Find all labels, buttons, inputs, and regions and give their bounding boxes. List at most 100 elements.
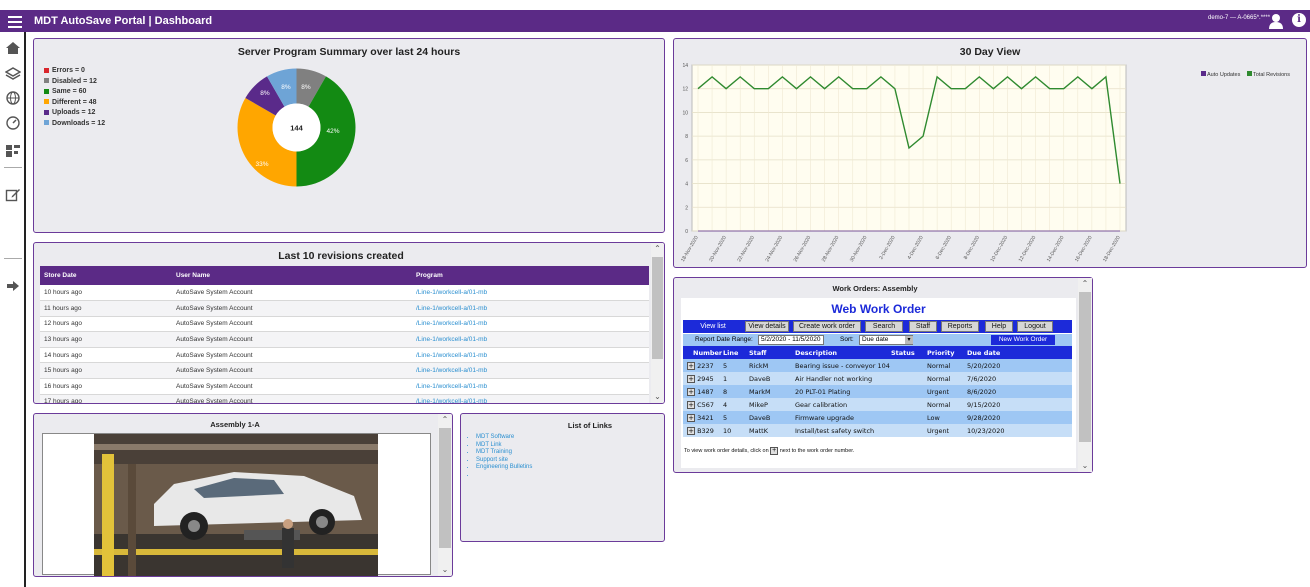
work-order-toolbar: View list View details Create work order… [683,320,1072,333]
legend-item-downloads: Downloads = 12 [44,119,105,130]
logout-icon[interactable] [5,278,21,294]
gauge-icon[interactable] [5,115,21,131]
cell-user: AutoSave System Account [172,394,412,403]
x-tick-label: 12-Dec-2020 [1018,235,1038,263]
table-row: 13 hours ago AutoSave System Account/Line… [40,331,649,348]
scroll-down-icon[interactable]: ⌄ [438,564,452,576]
program-link[interactable]: /Line-1/workcell-a/01-mb [412,316,649,333]
revisions-scrollbar[interactable]: ⌃ ⌄ [651,243,664,403]
expand-icon[interactable]: + [687,361,695,370]
user-icon[interactable] [1268,13,1284,29]
search-button[interactable]: Search [865,321,903,332]
col-store-date[interactable]: Store Date [40,266,172,285]
work-orders-scrollbar[interactable]: ⌃ ⌄ [1078,278,1092,472]
date-range-label: Report Date Range: [695,336,753,343]
cell-user: AutoSave System Account [172,378,412,395]
app-title: MDT AutoSave Portal | Dashboard [34,15,213,27]
assembly-scrollbar[interactable]: ⌃ ⌄ [438,414,452,576]
staff-button[interactable]: Staff [909,321,937,332]
date-range-input[interactable]: 5/2/2020 - 11/5/2020 [758,335,824,345]
hierarchy-icon[interactable] [5,142,21,158]
program-link[interactable]: /Line-1/workcell-a/01-mb [412,362,649,380]
globe-icon[interactable] [5,90,21,106]
view-details-button[interactable]: View details [745,321,789,332]
summary-title: Server Program Summary over last 24 hour… [237,46,461,58]
program-link[interactable]: /Line-1/workcell-a/01-mb [412,300,649,317]
x-tick-label: 18-Dec-2020 [1102,235,1122,263]
home-icon[interactable] [5,40,21,56]
view-list-button[interactable]: View list [689,322,737,333]
scroll-up-icon[interactable]: ⌃ [438,414,452,426]
x-tick-label: 30-Nov-2020 [849,235,869,263]
scroll-thumb[interactable] [652,257,663,359]
x-tick-label: 24-Nov-2020 [764,235,784,263]
info-icon[interactable]: i [1292,13,1306,27]
scroll-down-icon[interactable]: ⌄ [1078,460,1092,472]
x-tick-label: 14-Dec-2020 [1046,235,1066,263]
col-user-name[interactable]: User Name [172,266,412,285]
cell-date: 12 hours ago [40,316,172,333]
program-link[interactable]: /Line-1/workcell-a/01-mb [412,378,649,395]
chevron-down-icon[interactable]: ▾ [905,336,913,344]
cell-date: 16 hours ago [40,378,172,395]
y-tick-label: 8 [685,134,688,140]
new-work-order-button[interactable]: New Work Order [991,335,1055,345]
cell-user: AutoSave System Account [172,331,412,348]
x-tick-label: 8-Dec-2020 [963,235,981,261]
link-mdt-link[interactable]: MDT Link [476,442,532,450]
create-work-order-button[interactable]: Create work order [793,321,861,332]
cell-user: AutoSave System Account [172,285,412,302]
assembly-title: Assembly 1-A [210,420,260,429]
program-link[interactable]: /Line-1/workcell-a/01-mb [412,331,649,348]
table-row: + 1487 8 MarkM 20 PLT-01 Plating Urgent 8/6/2… [683,385,1072,398]
program-link[interactable]: /Line-1/workcell-a/01-mb [412,285,649,302]
cell-user: AutoSave System Account [172,362,412,380]
x-tick-label: 6-Dec-2020 [935,235,953,261]
filter-row: Report Date Range: 5/2/2020 - 11/5/2020 … [683,334,1072,346]
scroll-up-icon[interactable]: ⌃ [1078,278,1092,290]
link-support-site[interactable]: Support site [476,457,532,465]
top-bar: MDT AutoSave Portal | Dashboard demo-7 —… [0,10,1310,32]
sidebar-divider [4,258,22,259]
col-description: Description [795,346,891,359]
scroll-down-icon[interactable]: ⌄ [651,391,664,403]
slice-label-same: 42% [326,128,339,135]
y-tick-label: 4 [685,182,688,188]
y-tick-label: 6 [685,158,688,164]
expand-icon[interactable]: + [687,426,695,435]
logout-button[interactable]: Logout [1017,321,1053,332]
user-id-text: demo-7 — A-0665*.**** [1208,15,1271,21]
col-program[interactable]: Program [412,266,649,285]
scroll-thumb[interactable] [439,428,451,548]
link-mdt-software[interactable]: MDT Software [476,434,532,442]
cell-user: AutoSave System Account [172,300,412,317]
y-tick-label: 0 [685,229,688,235]
layers-icon[interactable] [4,66,22,82]
link-mdt-training[interactable]: MDT Training [476,449,532,457]
links-panel: List of Links MDT Software MDT Link MDT … [460,413,665,542]
scroll-thumb[interactable] [1079,292,1091,442]
program-link[interactable]: /Line-1/workcell-a/01-mb [412,347,649,364]
expand-icon[interactable]: + [687,374,695,383]
summary-legend: Errors = 0 Disabled = 12 Same = 60 Diffe… [44,66,105,129]
x-tick-label: 16-Dec-2020 [1074,235,1094,263]
edit-icon[interactable] [5,187,21,203]
scroll-up-icon[interactable]: ⌃ [651,243,664,255]
cell-date: 11 hours ago [40,300,172,317]
cell-date: 13 hours ago [40,331,172,348]
links-title: List of Links [567,421,613,430]
cell-date: 14 hours ago [40,347,172,364]
cell-date: 15 hours ago [40,362,172,380]
sidebar-divider [4,167,22,168]
help-button[interactable]: Help [985,321,1013,332]
slice-label-different: 33% [255,161,268,168]
legend-item-disabled: Disabled = 12 [44,77,105,88]
hamburger-icon[interactable] [8,13,22,29]
expand-icon[interactable]: + [687,387,695,396]
expand-icon[interactable]: + [687,413,695,422]
expand-icon[interactable]: + [687,400,695,409]
program-link[interactable]: /Line-1/workcell-a/01-mb [412,394,649,403]
link-engineering-bulletins[interactable]: Engineering Bulletins [476,464,532,472]
reports-button[interactable]: Reports [941,321,979,332]
x-tick-label: 4-Dec-2020 [907,235,925,261]
